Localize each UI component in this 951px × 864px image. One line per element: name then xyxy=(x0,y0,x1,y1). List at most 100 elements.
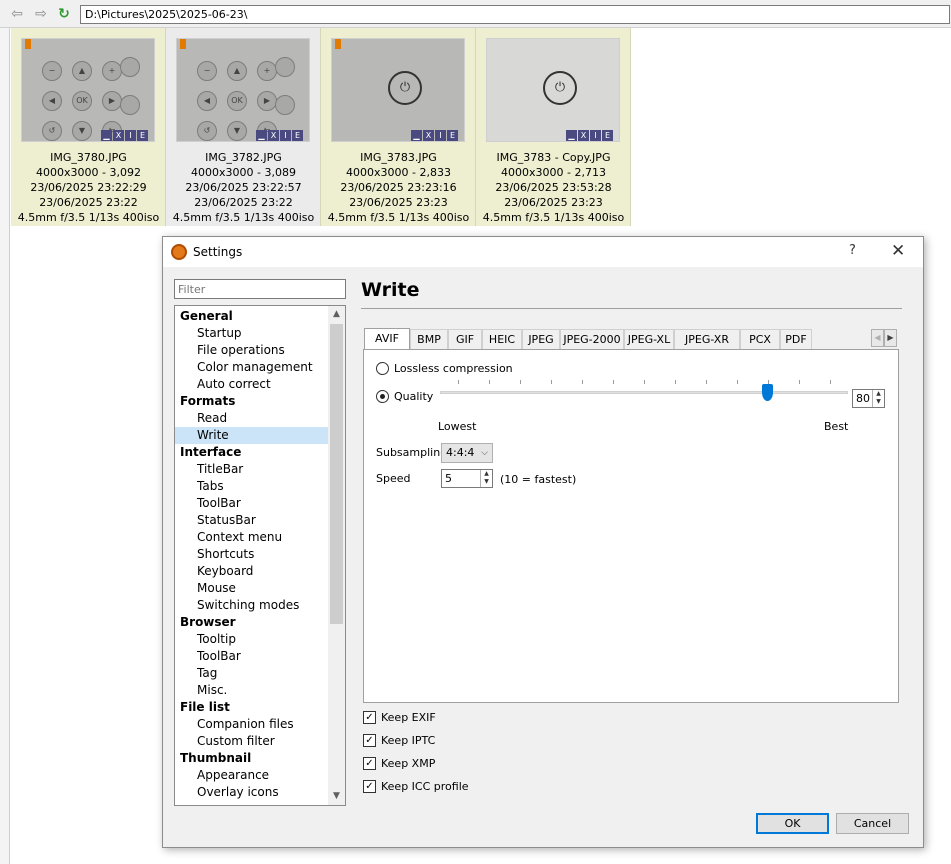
tree-item[interactable]: File operations xyxy=(175,342,329,359)
tree-item[interactable]: Custom filter xyxy=(175,733,329,750)
folder-pane-edge xyxy=(0,28,10,864)
tab-jpeg-xr[interactable]: JPEG-XR xyxy=(674,329,740,349)
tab-jpeg-2000[interactable]: JPEG-2000 xyxy=(560,329,624,349)
file-date-short: 23/06/2025 23:22 xyxy=(39,196,138,209)
close-button[interactable]: ✕ xyxy=(891,241,907,261)
dialog-title: Settings xyxy=(193,245,243,259)
tree-item[interactable]: Companion files xyxy=(175,716,329,733)
slider-tick xyxy=(706,380,707,384)
lossless-radio[interactable]: Lossless compression xyxy=(376,362,513,378)
quality-spinbox[interactable]: 80 ▲ ▼ xyxy=(852,389,885,408)
badge-icon: ▁ xyxy=(101,130,112,141)
thumbnail-item[interactable]: ⏻ ▁ X I E IMG_3783.JPG 4000x3000 - 2,833 23… xyxy=(321,28,476,226)
tree-category[interactable]: Formats xyxy=(175,393,329,410)
remote-key: ▶ xyxy=(257,91,277,111)
path-input[interactable]: D:\Pictures\2025\2025-06-23\ xyxy=(80,5,950,24)
overlay-badges: ▁ X I E xyxy=(411,130,459,142)
thumbnail-item[interactable]: ⏻ ▁ X I E IMG_3783 - Copy.JPG 4000x3000 - 2… xyxy=(476,28,631,226)
tab-heic[interactable]: HEIC xyxy=(482,329,522,349)
remote-key: + xyxy=(102,61,122,81)
tree-item[interactable]: Auto correct xyxy=(175,376,329,393)
tree-item[interactable]: Read xyxy=(175,410,329,427)
scrollbar-thumb[interactable] xyxy=(330,324,343,624)
spin-arrows-icon[interactable]: ▲ ▼ xyxy=(872,390,884,407)
tree-category[interactable]: Thumbnail xyxy=(175,750,329,767)
tree-item[interactable]: Write xyxy=(175,427,329,444)
file-dims: 4000x3000 - 3,092 xyxy=(36,166,141,179)
tree-item[interactable]: Startup xyxy=(175,325,329,342)
tree-category[interactable]: File list xyxy=(175,699,329,716)
avif-panel: Lossless compression Quality 80 ▲ ▼ Lowes… xyxy=(363,349,899,703)
tree-item[interactable]: Shortcuts xyxy=(175,546,329,563)
badge-icon: X xyxy=(113,130,124,141)
remote-key: ▼ xyxy=(227,121,247,141)
thumbnail-image: −▲+◀OK▶↺▼⇆ xyxy=(21,38,155,142)
badge-icon: X xyxy=(578,130,589,141)
tree-item[interactable]: Switching modes xyxy=(175,597,329,614)
tree-item[interactable]: Misc. xyxy=(175,682,329,699)
quality-radio[interactable]: Quality xyxy=(376,390,433,406)
thumbnail-item[interactable]: −▲+◀OK▶↺▼⇆ ▁XIE IMG_3780.JPG 4000x3000 -… xyxy=(11,28,166,226)
file-exif: 4.5mm f/3.5 1/13s 400iso xyxy=(172,211,315,224)
keep-exif-checkbox[interactable]: ✓ Keep EXIF xyxy=(363,711,436,727)
help-button[interactable]: ? xyxy=(849,243,861,258)
tree-category[interactable]: Interface xyxy=(175,444,329,461)
badge-icon: X xyxy=(423,130,434,141)
badge-icon: E xyxy=(602,130,613,141)
tree-scrollbar[interactable]: ▲ ▼ xyxy=(328,306,345,805)
tab-bmp[interactable]: BMP xyxy=(410,329,448,349)
checkmark-icon: ✓ xyxy=(363,711,376,724)
browser-toolbar: ⇦ ⇨ ↻ D:\Pictures\2025\2025-06-23\ xyxy=(0,0,951,28)
dialog-titlebar[interactable]: Settings ? ✕ xyxy=(163,237,923,267)
tree-item[interactable]: Color management xyxy=(175,359,329,376)
forward-arrow-icon[interactable]: ⇨ xyxy=(32,5,50,23)
tree-item[interactable]: Appearance xyxy=(175,767,329,784)
tab-pcx[interactable]: PCX xyxy=(740,329,780,349)
speed-hint: (10 = fastest) xyxy=(500,473,577,486)
keep-xmp-checkbox[interactable]: ✓ Keep XMP xyxy=(363,757,435,773)
remote-key: + xyxy=(257,61,277,81)
refresh-icon[interactable]: ↻ xyxy=(55,5,73,23)
keep-icc-checkbox[interactable]: ✓ Keep ICC profile xyxy=(363,780,469,796)
slider-tick xyxy=(737,380,738,384)
tree-item[interactable]: Tag xyxy=(175,665,329,682)
tree-item[interactable]: TitleBar xyxy=(175,461,329,478)
tree-item[interactable]: Tabs xyxy=(175,478,329,495)
tree-item[interactable]: Context menu xyxy=(175,529,329,546)
tab-jpeg[interactable]: JPEG xyxy=(522,329,560,349)
slider-handle[interactable] xyxy=(762,384,773,401)
tree-item[interactable]: Mouse xyxy=(175,580,329,597)
tab-right-arrow-icon[interactable]: ▶ xyxy=(884,329,897,347)
tree-item[interactable]: ToolBar xyxy=(175,495,329,512)
tree-item[interactable]: StatusBar xyxy=(175,512,329,529)
slider-tick xyxy=(489,380,490,384)
tab-gif[interactable]: GIF xyxy=(448,329,482,349)
scroll-up-icon[interactable]: ▲ xyxy=(328,306,345,323)
subsampling-label: Subsampling xyxy=(376,446,448,459)
scroll-down-icon[interactable]: ▼ xyxy=(328,788,345,805)
thumbnail-item[interactable]: −▲+◀OK▶↺▼⇆ ▁XIE IMG_3782.JPG 4000x3000 -… xyxy=(166,28,321,226)
tab-pdf[interactable]: PDF xyxy=(780,329,812,349)
radio-indicator xyxy=(376,362,389,375)
tree-item[interactable]: Tooltip xyxy=(175,631,329,648)
tab-avif[interactable]: AVIF xyxy=(364,328,410,350)
subsampling-combo[interactable]: 4:4:4 ⌵ xyxy=(441,443,493,463)
overlay-badges: ▁ X I E xyxy=(101,130,149,142)
file-name: IMG_3783.JPG xyxy=(360,151,437,164)
tree-item[interactable]: Overlay icons xyxy=(175,784,329,801)
back-arrow-icon[interactable]: ⇦ xyxy=(8,5,26,23)
badge-icon: X xyxy=(268,130,279,141)
cancel-button[interactable]: Cancel xyxy=(836,813,909,834)
ok-button[interactable]: OK xyxy=(756,813,829,834)
tab-left-arrow-icon[interactable]: ◀ xyxy=(871,329,884,347)
tree-item[interactable]: ToolBar xyxy=(175,648,329,665)
keep-iptc-checkbox[interactable]: ✓ Keep IPTC xyxy=(363,734,435,750)
quality-slider[interactable] xyxy=(440,380,848,402)
tab-jpeg-xl[interactable]: JPEG-XL xyxy=(624,329,674,349)
filter-input[interactable] xyxy=(174,279,346,299)
spin-arrows-icon[interactable]: ▲ ▼ xyxy=(480,470,492,487)
speed-spinbox[interactable]: 5 ▲ ▼ xyxy=(441,469,493,488)
tree-category[interactable]: General xyxy=(175,308,329,325)
tree-item[interactable]: Keyboard xyxy=(175,563,329,580)
tree-category[interactable]: Browser xyxy=(175,614,329,631)
